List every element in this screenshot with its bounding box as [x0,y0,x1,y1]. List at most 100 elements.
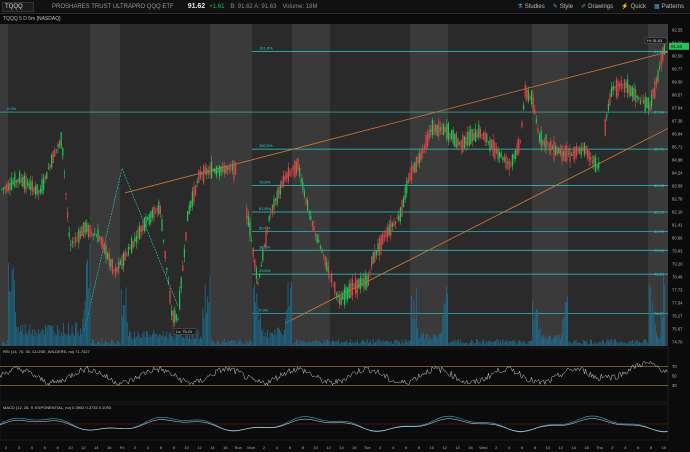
candle-body [507,162,509,164]
session-shade [90,24,120,346]
candle-body [30,180,32,191]
price-axis-tick: 78.46 [672,275,683,280]
candle-body [374,250,376,262]
volume-bar [627,343,628,346]
volume-bar [650,287,651,346]
volume-bar [444,303,446,346]
volume-bar [410,340,411,346]
candle-body [177,319,179,321]
candle-body [607,104,609,111]
volume-bar [563,317,565,346]
volume-bar [249,340,250,346]
candle-body [315,233,317,236]
volume-bar [286,309,288,346]
candle-body [134,237,136,242]
volume-bar [30,334,32,346]
volume-bar [380,341,381,346]
volume-bar [137,331,139,346]
candle-body [489,139,491,152]
volume-bar [612,342,614,346]
candle-body [486,134,488,143]
candle-body [284,175,286,181]
candle-body [534,109,536,114]
candle-body [497,148,499,160]
volume-bar [322,343,324,346]
candle-body [263,244,265,248]
candle-body [588,151,590,162]
candle-body [219,165,221,177]
candle-body [54,149,56,157]
fib-label: 100.0% [259,143,273,148]
volume-bar [653,314,655,346]
volume-bar [602,339,603,346]
volume-bar [486,341,488,346]
volume-bar [401,339,403,346]
candle-body [9,182,11,190]
candle-body [89,224,91,237]
session-regular [120,24,210,346]
candle-body [614,86,616,89]
session-regular [8,24,90,346]
volume-bar [604,343,606,346]
volume-bar [542,337,543,346]
volume-bar [609,342,610,346]
volume-bar [611,339,613,346]
volume-bar [384,340,386,346]
volume-bar [303,340,304,346]
price-chart[interactable]: 161.8%0.0%100.0%78.6%61.8%50.0%38.2%23.6… [0,0,690,452]
volume-bar [435,335,436,346]
volume-bar [539,327,541,346]
volume-bar [533,319,535,346]
volume-bar [216,339,218,346]
volume-bar [68,322,69,346]
candle-body [135,235,137,243]
candle-body [289,170,291,177]
candle-body [129,247,131,249]
volume-bar [572,343,573,346]
rsi-label: RSI (14, 70, 30, CLOSE, WILDERS, no) 71.… [3,349,90,354]
volume-bar [502,339,504,346]
candle-body [582,147,584,151]
candle-body [203,165,205,184]
candle-body [553,140,555,160]
volume-bar [135,338,136,346]
volume-bar [458,339,459,346]
fib-value-label: 82.10 [654,209,665,214]
volume-bar [514,339,516,346]
candle-body [460,139,462,150]
volume-bar [336,341,338,346]
candle-body [198,170,200,183]
candle-body [419,153,421,163]
candle-body [385,231,387,238]
candle-body [103,243,105,254]
volume-bar [321,343,322,346]
time-axis-tick: 12 [442,445,447,450]
candle-body [518,139,520,154]
candle-body [63,172,65,174]
candle-body [319,245,321,249]
candle-body [548,143,550,151]
candle-body [143,217,145,232]
volume-bar [599,341,601,346]
volume-bar [524,340,525,346]
candle-body [318,240,320,243]
volume-bar [639,341,640,346]
volume-bar [423,332,424,346]
time-axis-tick: 14 [210,445,215,450]
candle-body [335,293,337,295]
volume-bar [233,340,235,346]
volume-bar [206,312,207,346]
candle-body [503,156,505,162]
candle-body [652,88,654,97]
volume-bar [33,336,34,346]
volume-bar [311,341,313,346]
volume-bar [365,341,367,346]
time-axis-tick: 12 [81,445,86,450]
volume-bar [287,281,289,346]
candle-body [209,166,211,175]
price-axis-tick: 81.41 [672,223,683,228]
candle-body [153,206,155,218]
volume-bar [358,343,360,346]
volume-bar [657,336,658,346]
candle-body [363,278,365,287]
